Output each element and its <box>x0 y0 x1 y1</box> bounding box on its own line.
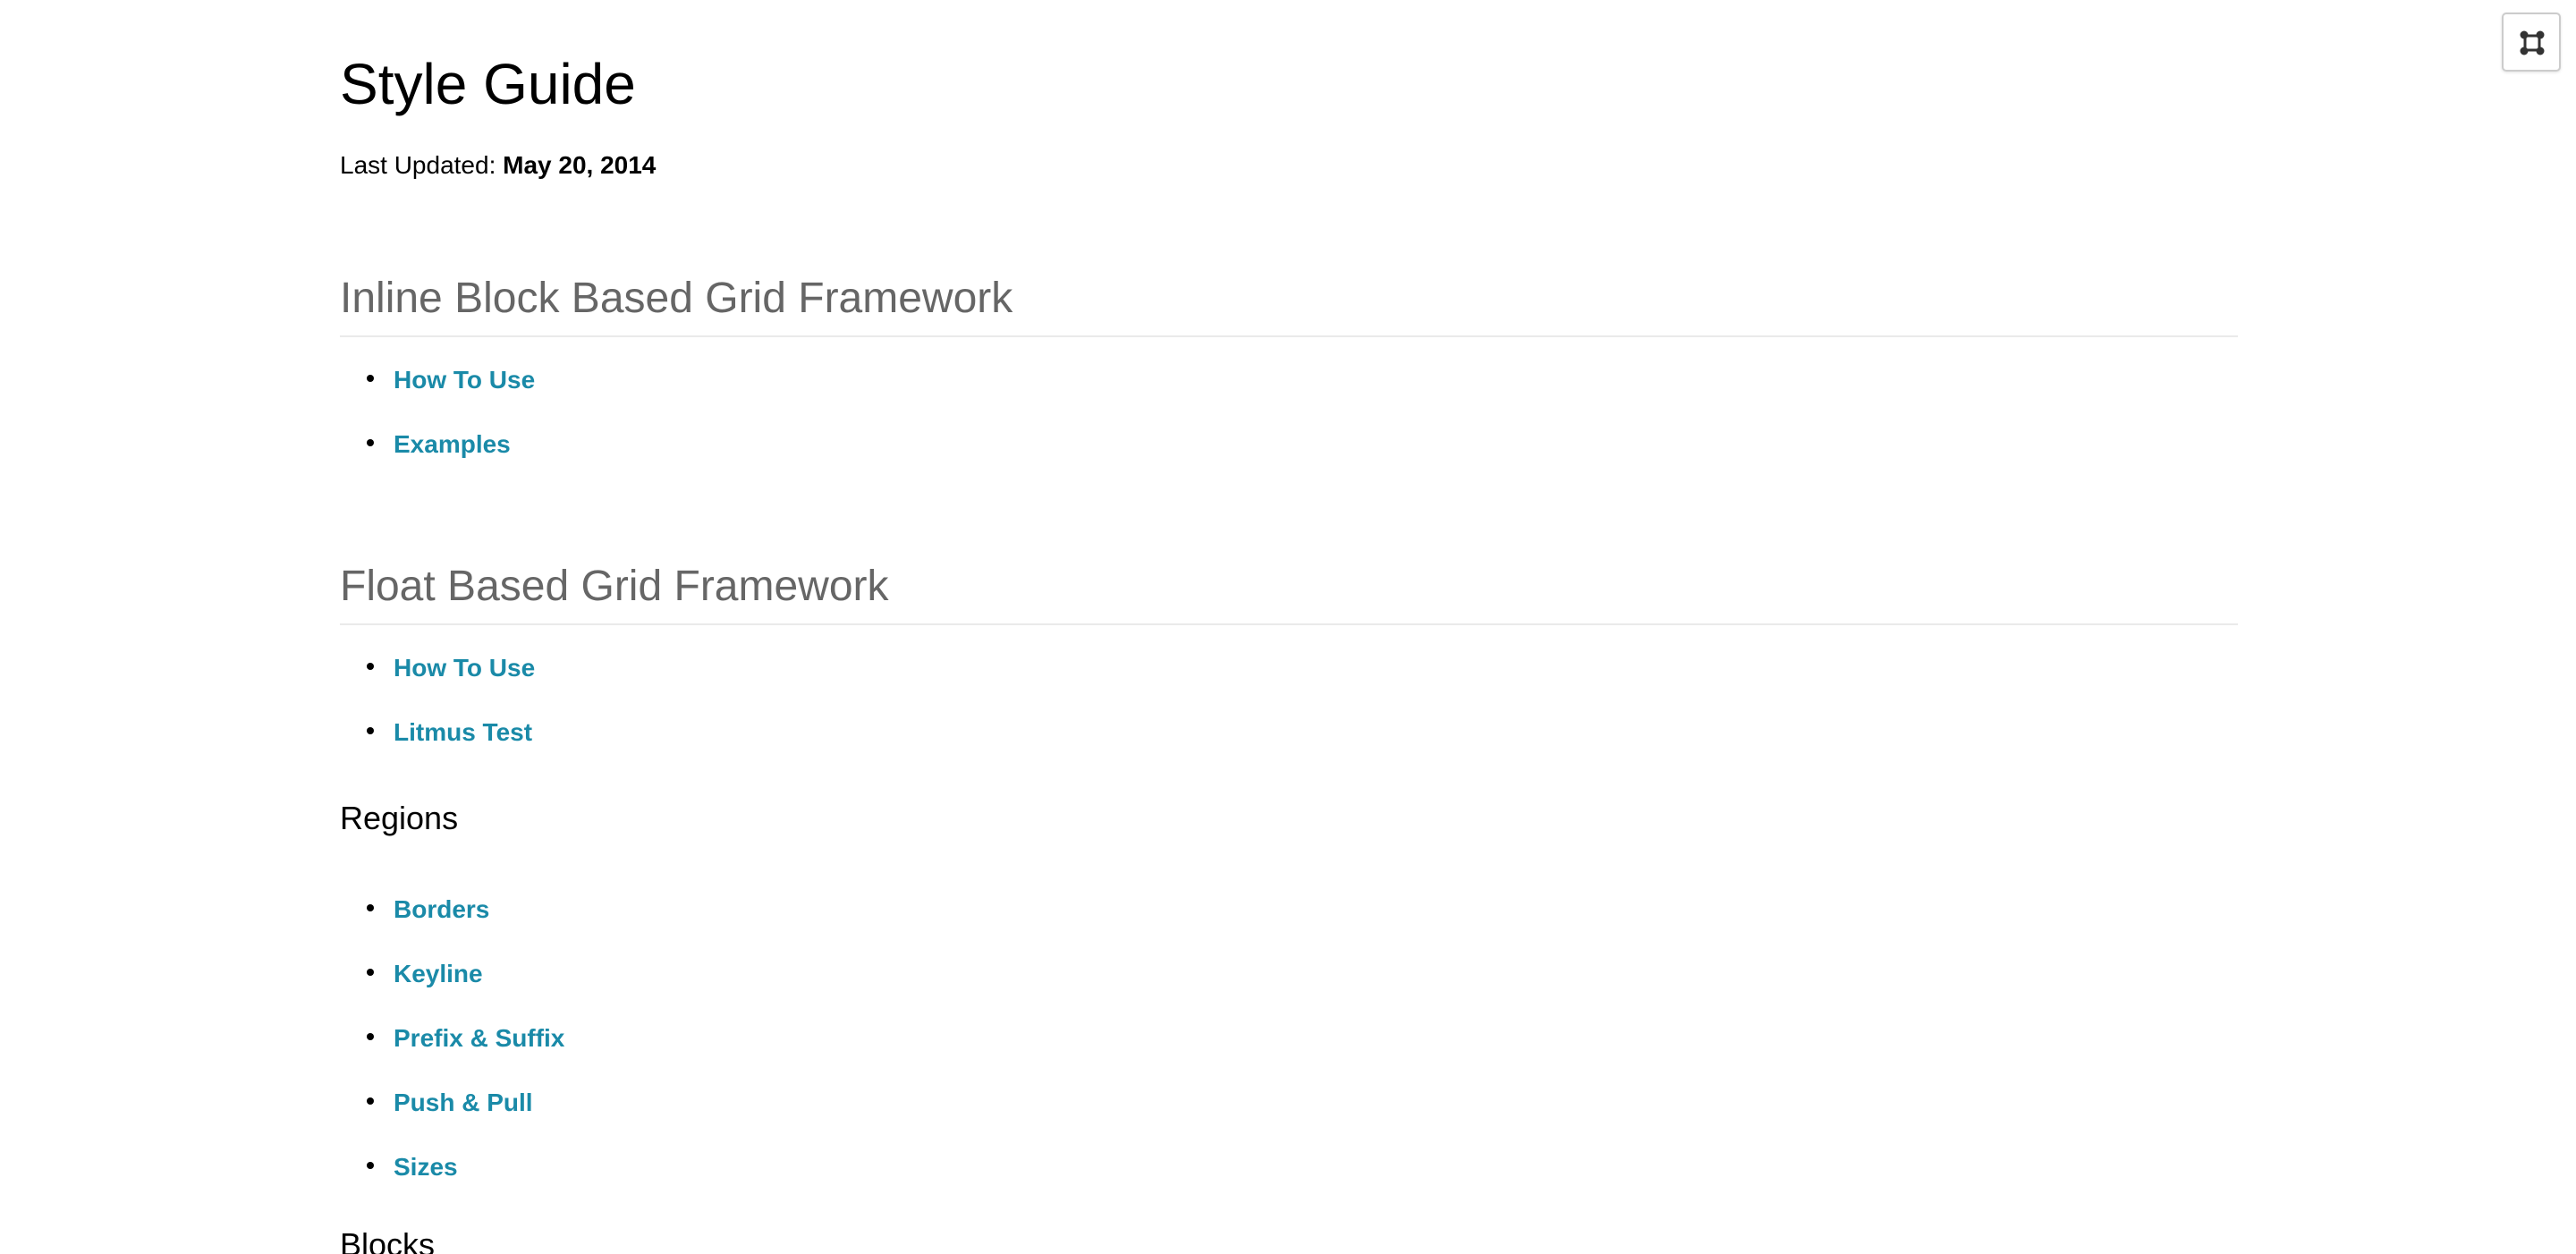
section-title-inline-block-grid: Inline Block Based Grid Framework <box>340 275 1013 322</box>
list-item: Prefix & Suffix <box>367 1021 564 1056</box>
last-updated-label: Last Updated: <box>340 151 496 179</box>
list-item: Borders <box>367 892 489 928</box>
subsection-title-regions: Regions <box>340 800 459 836</box>
link-keyline[interactable]: Keyline <box>394 960 483 987</box>
link-push-pull[interactable]: Push & Pull <box>394 1089 533 1116</box>
page: Style Guide Last Updated: May 20, 2014 I… <box>0 0 2576 1254</box>
link-litmus-test[interactable]: Litmus Test <box>394 718 532 746</box>
link-prefix-suffix[interactable]: Prefix & Suffix <box>394 1024 564 1052</box>
section-divider <box>340 335 2238 337</box>
link-examples[interactable]: Examples <box>394 430 511 458</box>
bullet-icon <box>367 439 374 446</box>
page-title: Style Guide <box>340 52 636 116</box>
bullet-icon <box>367 904 374 911</box>
frame-toggle-button[interactable] <box>2502 13 2561 72</box>
bullet-icon <box>367 1162 374 1169</box>
list-item: Litmus Test <box>367 715 532 750</box>
section-title-float-grid: Float Based Grid Framework <box>340 563 889 610</box>
last-updated: Last Updated: May 20, 2014 <box>340 148 656 183</box>
list-item: Sizes <box>367 1149 458 1185</box>
bullet-icon <box>367 663 374 670</box>
section-divider <box>340 623 2238 625</box>
list-item: How To Use <box>367 362 535 398</box>
bullet-icon <box>367 1097 374 1105</box>
bullet-icon <box>367 727 374 734</box>
bullet-icon <box>367 375 374 382</box>
frame-toggle-icon <box>2520 30 2545 55</box>
list-item: Push & Pull <box>367 1085 533 1121</box>
link-sizes[interactable]: Sizes <box>394 1153 458 1181</box>
list-item: How To Use <box>367 650 535 686</box>
link-how-to-use[interactable]: How To Use <box>394 366 535 394</box>
link-how-to-use[interactable]: How To Use <box>394 654 535 682</box>
list-item: Examples <box>367 427 511 462</box>
bullet-icon <box>367 969 374 976</box>
subsection-title-blocks: Blocks <box>340 1226 436 1254</box>
list-item: Keyline <box>367 956 483 992</box>
bullet-icon <box>367 1033 374 1040</box>
link-borders[interactable]: Borders <box>394 895 489 923</box>
last-updated-date: May 20, 2014 <box>503 151 657 179</box>
